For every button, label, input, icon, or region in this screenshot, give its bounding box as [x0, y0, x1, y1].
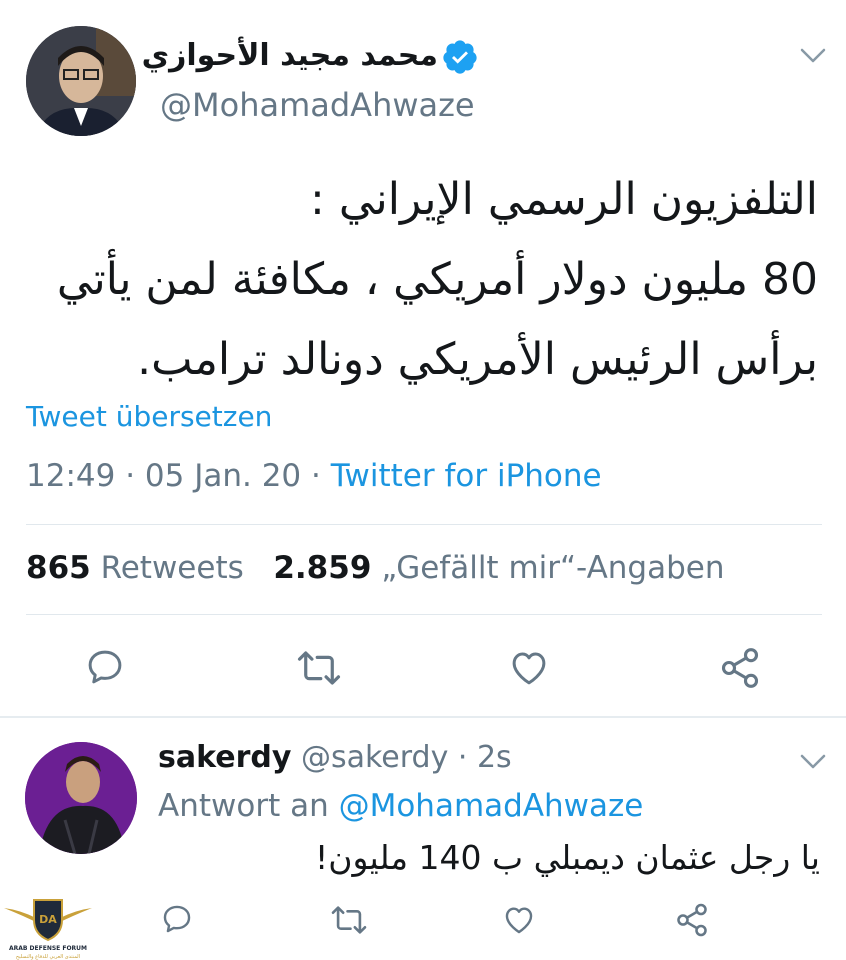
author-name[interactable]: محمد مجيد الأحوازي	[142, 38, 438, 73]
tweet-text: التلفزيون الرسمي الإيراني : 80 مليون دول…	[28, 160, 818, 400]
forum-watermark-logo: DA ARAB DEFENSE FORUM المنتدى العربي للد…	[4, 899, 92, 960]
author-avatar[interactable]	[26, 26, 136, 136]
reply-author-line: sakerdy @sakerdy · 2s	[158, 740, 512, 775]
reply-author-handle[interactable]: @sakerdy	[301, 740, 448, 775]
tweet-time: 12:49	[26, 458, 116, 494]
tweet-date: 05 Jan. 20	[144, 458, 302, 494]
tweet-stats: 865 Retweets 2.859 „Gefällt mir“-Angaben	[26, 550, 725, 586]
author-handle[interactable]: @MohamadAhwaze	[160, 86, 475, 124]
tweet-text-line: برأس الرئيس الأمريكي دونالد ترامب.	[137, 334, 818, 385]
reply-context: Antwort an @MohamadAhwaze	[158, 788, 643, 824]
watermark-line1: ARAB DEFENSE FORUM	[9, 945, 87, 952]
likes-label: „Gefällt mir“-Angaben	[381, 550, 725, 586]
chevron-down-icon[interactable]	[800, 754, 826, 770]
reply-prefix: Antwort an	[158, 788, 329, 824]
verified-badge-icon	[443, 40, 477, 74]
share-icon[interactable]	[674, 902, 710, 938]
retweets-stat[interactable]: 865 Retweets	[26, 550, 244, 586]
tweet-text-line: التلفزيون الرسمي الإيراني :	[310, 174, 818, 225]
reply-icon[interactable]	[84, 646, 126, 688]
heart-icon[interactable]	[508, 647, 550, 689]
reply-author-avatar[interactable]	[25, 742, 137, 854]
retweets-label: Retweets	[100, 550, 244, 586]
reply-to-link[interactable]: @MohamadAhwaze	[339, 788, 644, 824]
reply-icon[interactable]	[160, 902, 194, 936]
likes-count: 2.859	[273, 550, 372, 586]
tweet-source-link[interactable]: Twitter for iPhone	[331, 458, 602, 494]
watermark-line2: المنتدى العربي للدفاع والتسليح	[16, 954, 80, 960]
reply-time: 2s	[476, 740, 512, 775]
tweet-text-line: 80 مليون دولار أمريكي ، مكافئة لمن يأتي	[56, 254, 818, 305]
share-icon[interactable]	[718, 646, 762, 690]
likes-stat[interactable]: 2.859 „Gefällt mir“-Angaben	[273, 550, 724, 586]
divider	[26, 524, 822, 525]
heart-icon[interactable]	[502, 903, 536, 937]
divider	[26, 614, 822, 615]
chevron-down-icon[interactable]	[800, 48, 826, 64]
retweet-icon[interactable]	[296, 648, 342, 688]
tweet-separator	[0, 716, 846, 718]
reply-author-name[interactable]: sakerdy	[158, 740, 291, 775]
retweets-count: 865	[26, 550, 91, 586]
watermark-monogram: DA	[39, 913, 57, 926]
translate-tweet-link[interactable]: Tweet übersetzen	[26, 400, 272, 433]
reply-text: يا رجل عثمان ديمبلي ب 140 مليون!	[314, 838, 820, 877]
tweet-meta: 12:49 · 05 Jan. 20 · Twitter for iPhone	[26, 458, 602, 494]
retweet-icon[interactable]	[330, 904, 368, 936]
